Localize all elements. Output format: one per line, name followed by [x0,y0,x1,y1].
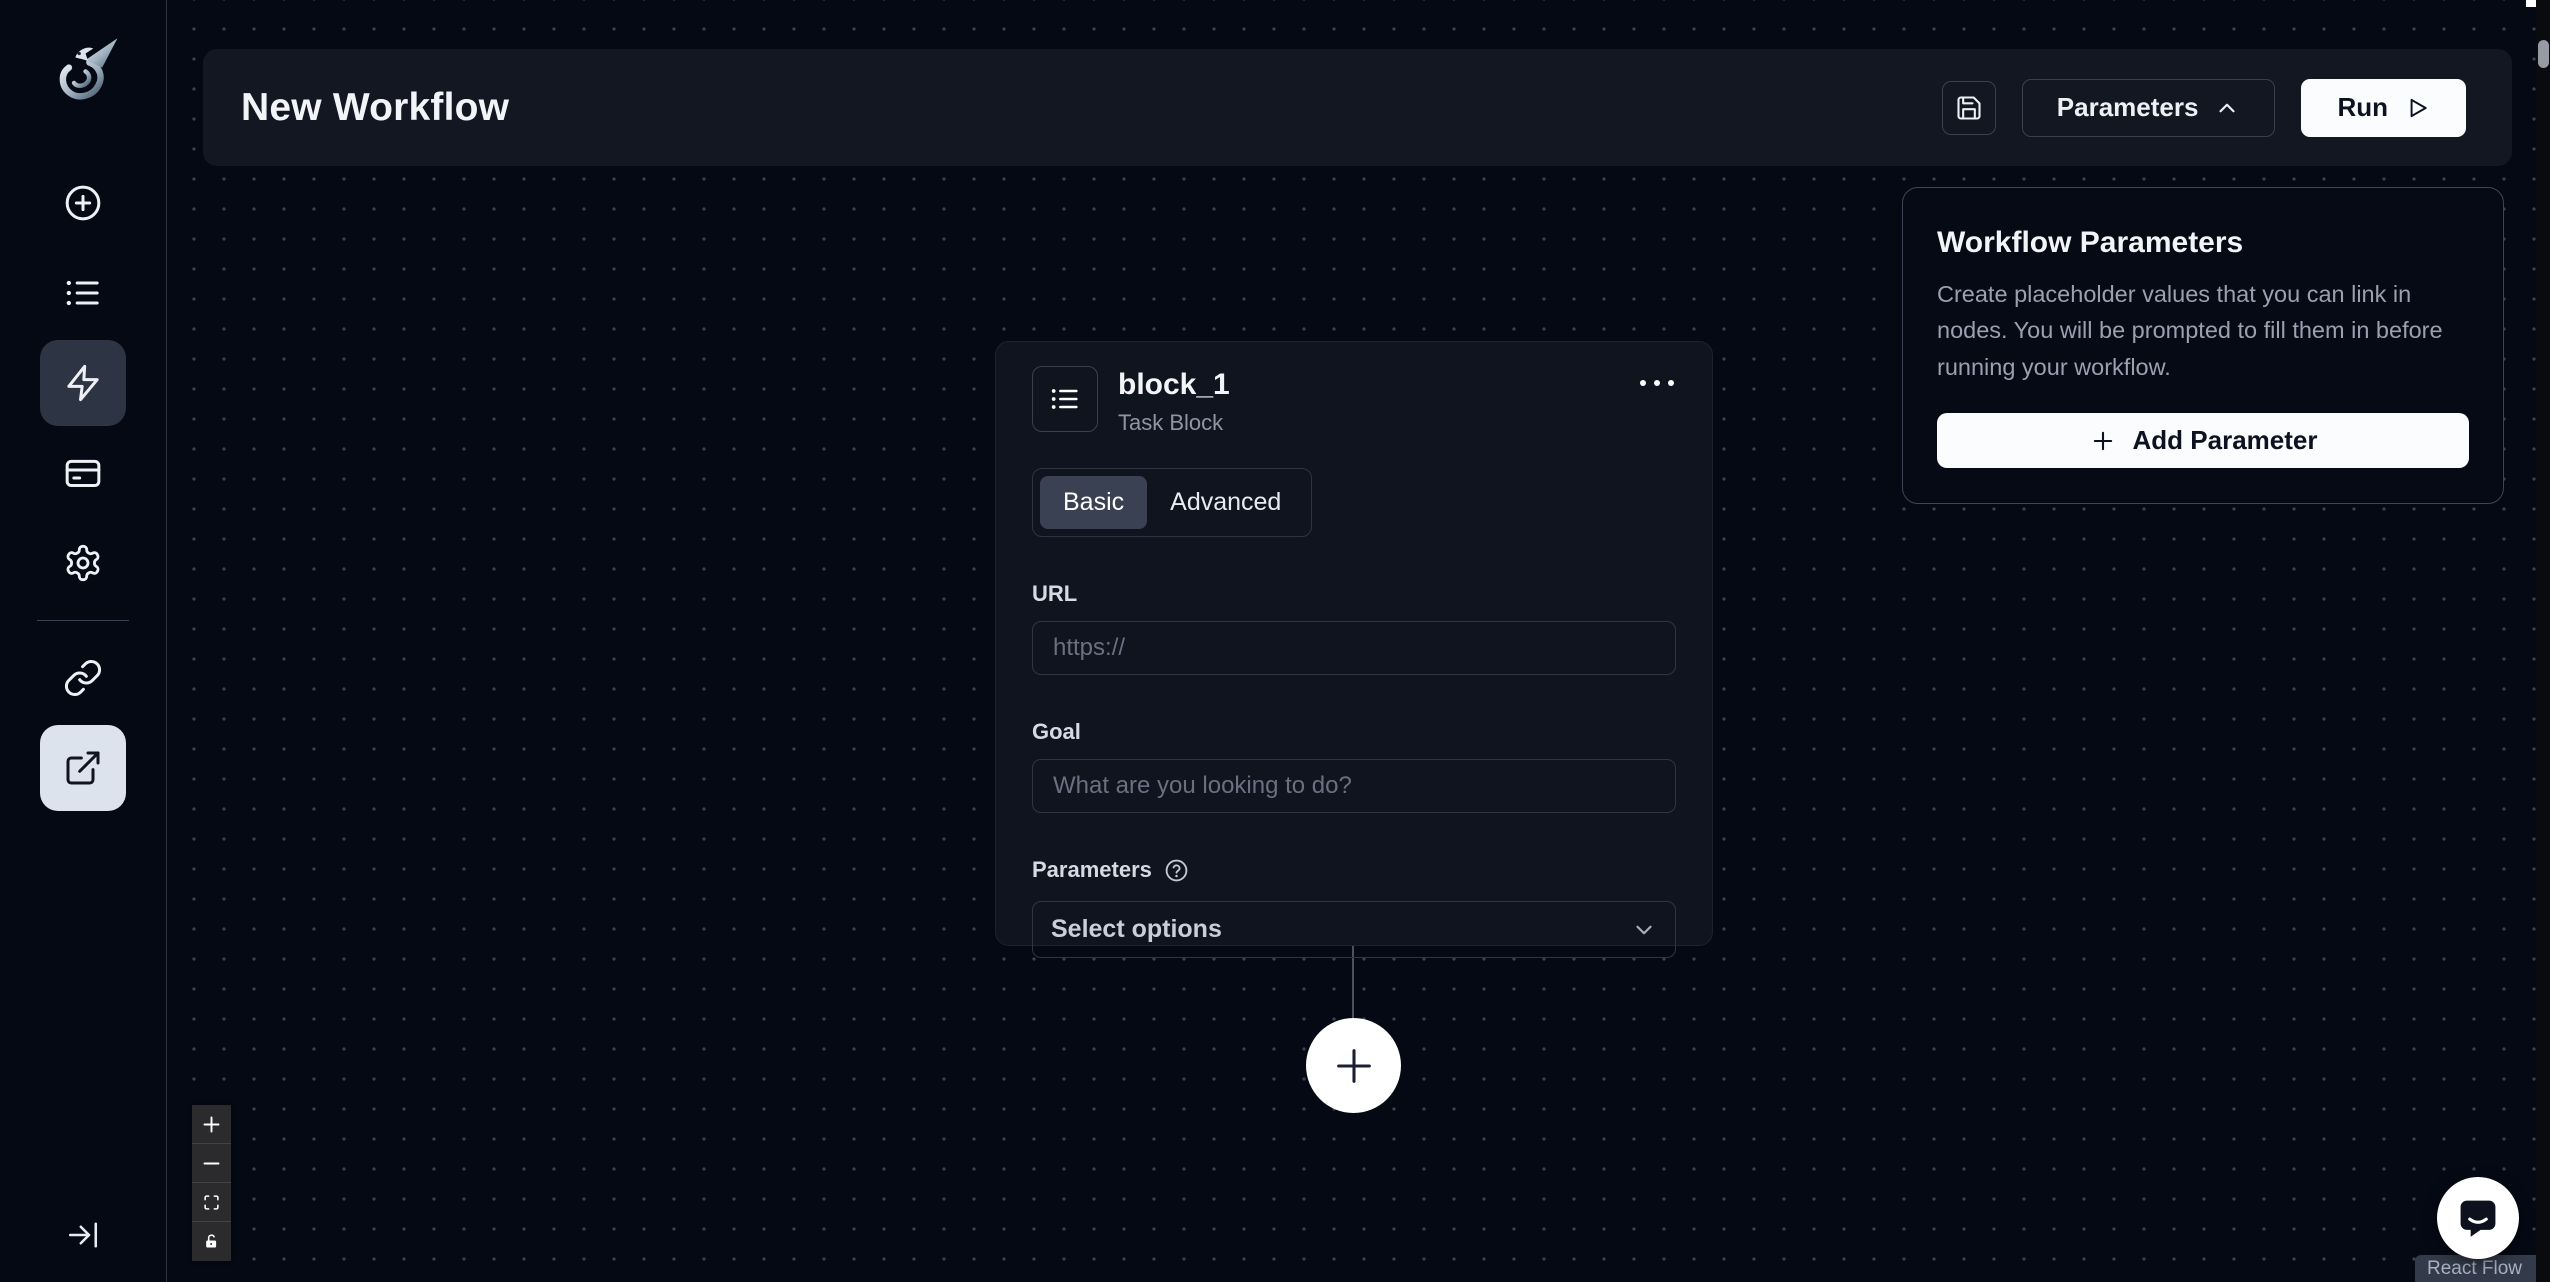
header-actions: Parameters Run [1941,78,2466,137]
goal-input[interactable] [1032,759,1676,813]
chat-support-button[interactable] [2437,1177,2519,1259]
fit-view-icon [204,1194,219,1210]
canvas-controls [192,1105,231,1261]
run-button-label: Run [2337,92,2388,122]
lock-icon [206,1234,217,1248]
add-parameter-button[interactable]: Add Parameter [1937,413,2469,469]
link-icon [64,659,102,697]
question-circle-icon[interactable] [1164,858,1189,883]
skyvern-dragon-logo [59,38,118,100]
play-icon [2410,98,2427,117]
scrollbar-track[interactable] [2536,0,2550,1282]
node-type-icon-box [1032,366,1098,432]
external-link-icon [66,751,100,785]
task-block-node[interactable]: block_1 Task Block Basic Advanced URL Go… [995,341,1713,958]
parameters-select-placeholder: Select options [1051,915,1222,943]
list-icon [1051,389,1078,409]
lightning-icon [67,364,99,402]
node-subtitle: Task Block [1118,410,1224,435]
save-button[interactable] [1941,80,1996,135]
chat-bubble-icon [2460,1200,2496,1237]
parameters-toggle-button[interactable]: Parameters [2021,78,2276,137]
arrow-right-to-line-icon [68,1222,98,1248]
workflow-parameters-title: Workflow Parameters [1937,226,2244,259]
plus-circle-icon [65,185,101,221]
sidebar-item-integrations[interactable] [40,635,126,721]
scrollbar-top-cap [2526,0,2536,7]
fit-view-button[interactable] [192,1183,231,1222]
sidebar-item-create[interactable] [40,160,126,246]
url-input[interactable] [1032,621,1676,675]
zoom-in-button[interactable] [192,1105,231,1144]
plus-icon [1336,1048,1371,1083]
save-icon [1957,95,1981,120]
tab-basic[interactable]: Basic [1040,476,1148,529]
workflow-editor-app: New Workflow Parameters Run block_1 Task… [0,0,2550,1282]
page-title: New Workflow [241,85,510,129]
scrollbar-thumb[interactable] [2538,40,2549,68]
sidebar-item-external[interactable] [40,725,126,811]
url-field-label: URL [1032,581,1078,606]
goal-field-label: Goal [1032,719,1081,744]
parameters-button-label: Parameters [2056,92,2199,122]
parameters-select[interactable]: Select options [1032,901,1676,958]
sidebar-item-tasks[interactable] [40,250,126,336]
workflow-parameters-panel: Workflow Parameters Create placeholder v… [1902,187,2504,504]
chevron-up-icon [2219,103,2236,112]
parameters-field-label: Parameters [1032,857,1676,883]
tab-advanced[interactable]: Advanced [1147,476,1304,529]
node-title: block_1 [1118,368,1230,401]
lock-button[interactable] [192,1222,231,1261]
node-menu-button[interactable] [1638,366,1676,400]
chevron-down-icon [1636,925,1652,934]
run-button[interactable]: Run [2301,78,2466,137]
credit-card-icon [65,459,101,487]
workflow-parameters-description: Create placeholder values that you can l… [1937,281,2443,380]
node-titles: block_1 Task Block [1118,366,1230,436]
sidebar-divider [37,620,129,621]
sidebar-expand-button[interactable] [65,1217,101,1256]
plus-icon [2093,431,2112,450]
react-flow-attribution[interactable]: React Flow [2414,1255,2536,1282]
sidebar-item-settings[interactable] [40,520,126,606]
node-header: block_1 Task Block [1032,366,1676,436]
list-icon [66,280,99,306]
add-parameter-label: Add Parameter [2132,425,2318,456]
sidebar-item-workflows[interactable] [40,340,126,426]
ellipsis-icon [1640,380,1646,386]
workflow-header: New Workflow Parameters Run [203,49,2512,166]
minus-icon [203,1162,220,1164]
node-mode-tabs: Basic Advanced [1032,468,1313,537]
gear-icon [66,544,100,582]
sidebar [0,0,167,1282]
plus-icon [203,1116,220,1132]
add-node-button[interactable] [1306,1018,1401,1113]
sidebar-item-billing[interactable] [40,430,126,516]
zoom-out-button[interactable] [192,1144,231,1183]
